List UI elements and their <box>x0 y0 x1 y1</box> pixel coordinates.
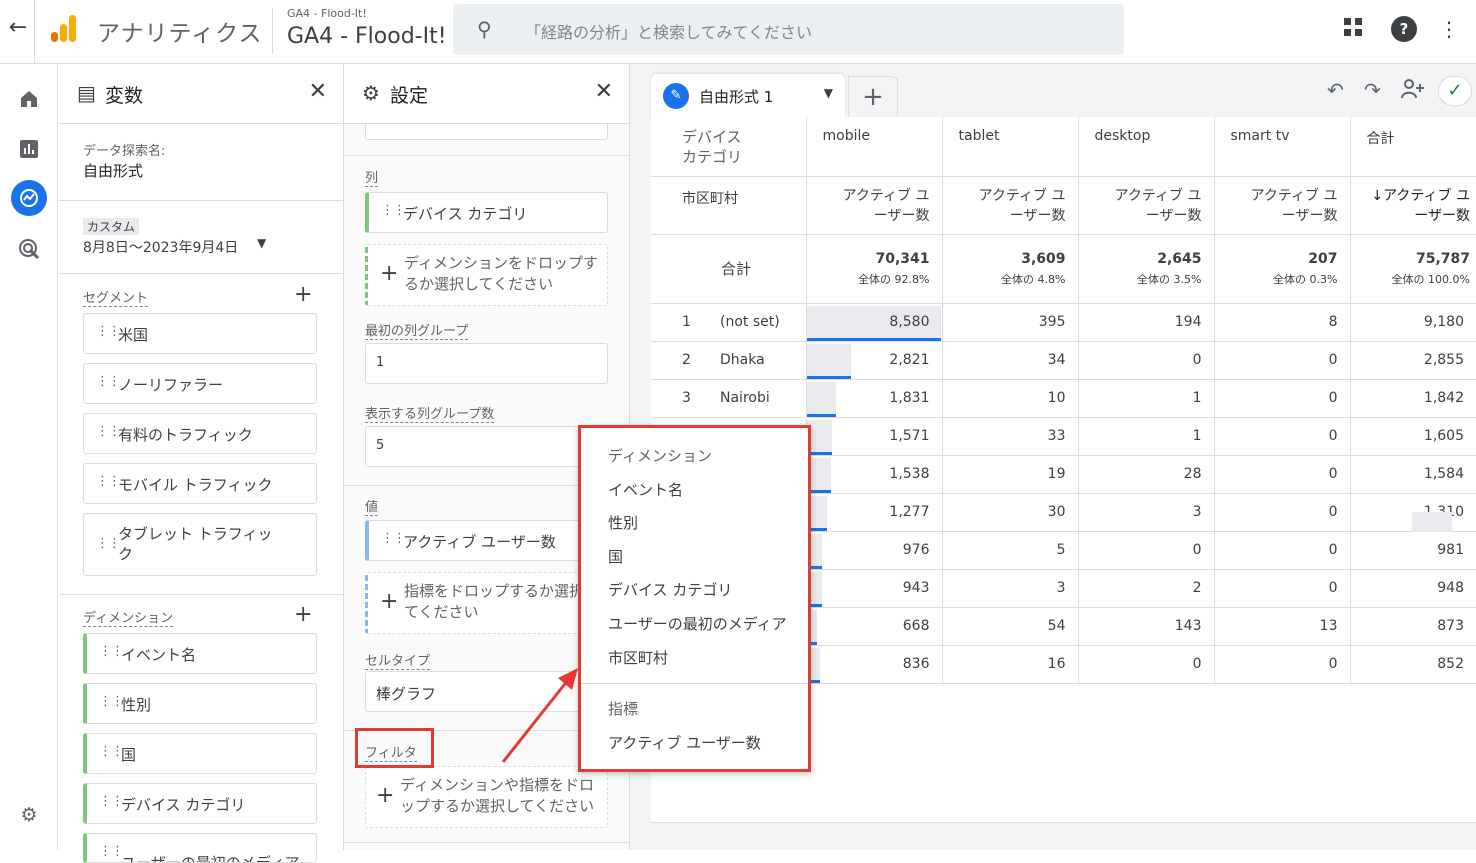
annotation-arrow <box>501 668 578 763</box>
